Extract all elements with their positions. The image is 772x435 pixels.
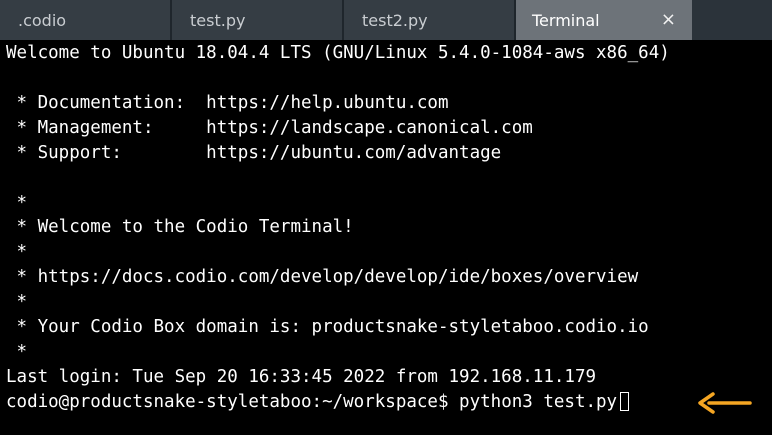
terminal-line: * https://docs.codio.com/develop/develop… bbox=[6, 267, 639, 287]
terminal-command: python3 test.py bbox=[459, 392, 618, 412]
terminal-prompt-line[interactable]: codio@productsnake-styletaboo:~/workspac… bbox=[6, 392, 630, 412]
tab-test-py[interactable]: test.py bbox=[172, 0, 344, 40]
close-icon[interactable]: × bbox=[661, 11, 676, 29]
terminal-line: * Documentation: https://help.ubuntu.com bbox=[6, 93, 449, 113]
tab-bar: .codio test.py test2.py Terminal × bbox=[0, 0, 772, 40]
tab-terminal[interactable]: Terminal × bbox=[516, 0, 692, 40]
terminal-line: * Support: https://ubuntu.com/advantage bbox=[6, 143, 502, 163]
terminal-prompt: codio@productsnake-styletaboo:~/workspac… bbox=[6, 392, 460, 412]
terminal-line: Welcome to Ubuntu 18.04.4 LTS (GNU/Linux… bbox=[6, 43, 670, 63]
terminal-line: * bbox=[6, 292, 28, 312]
tab-bar-empty-space bbox=[692, 0, 772, 40]
terminal-cursor bbox=[620, 392, 630, 411]
tab-codio[interactable]: .codio bbox=[0, 0, 172, 40]
arrow-left-icon bbox=[698, 392, 752, 414]
tab-label: test2.py bbox=[362, 10, 428, 30]
terminal-line: * Your Codio Box domain is: productsnake… bbox=[6, 317, 649, 337]
tab-label: test.py bbox=[190, 10, 246, 30]
tab-test2-py[interactable]: test2.py bbox=[344, 0, 516, 40]
terminal-line: * bbox=[6, 342, 28, 362]
terminal-line: * bbox=[6, 242, 28, 262]
tab-label: .codio bbox=[18, 10, 67, 30]
terminal-line: Last login: Tue Sep 20 16:33:45 2022 fro… bbox=[6, 367, 597, 387]
tab-label: Terminal bbox=[532, 10, 600, 30]
terminal-line: * Welcome to the Codio Terminal! bbox=[6, 217, 354, 237]
terminal-line: * bbox=[6, 193, 28, 213]
terminal-line: * Management: https://landscape.canonica… bbox=[6, 118, 533, 138]
terminal-output[interactable]: Welcome to Ubuntu 18.04.4 LTS (GNU/Linux… bbox=[0, 40, 772, 435]
